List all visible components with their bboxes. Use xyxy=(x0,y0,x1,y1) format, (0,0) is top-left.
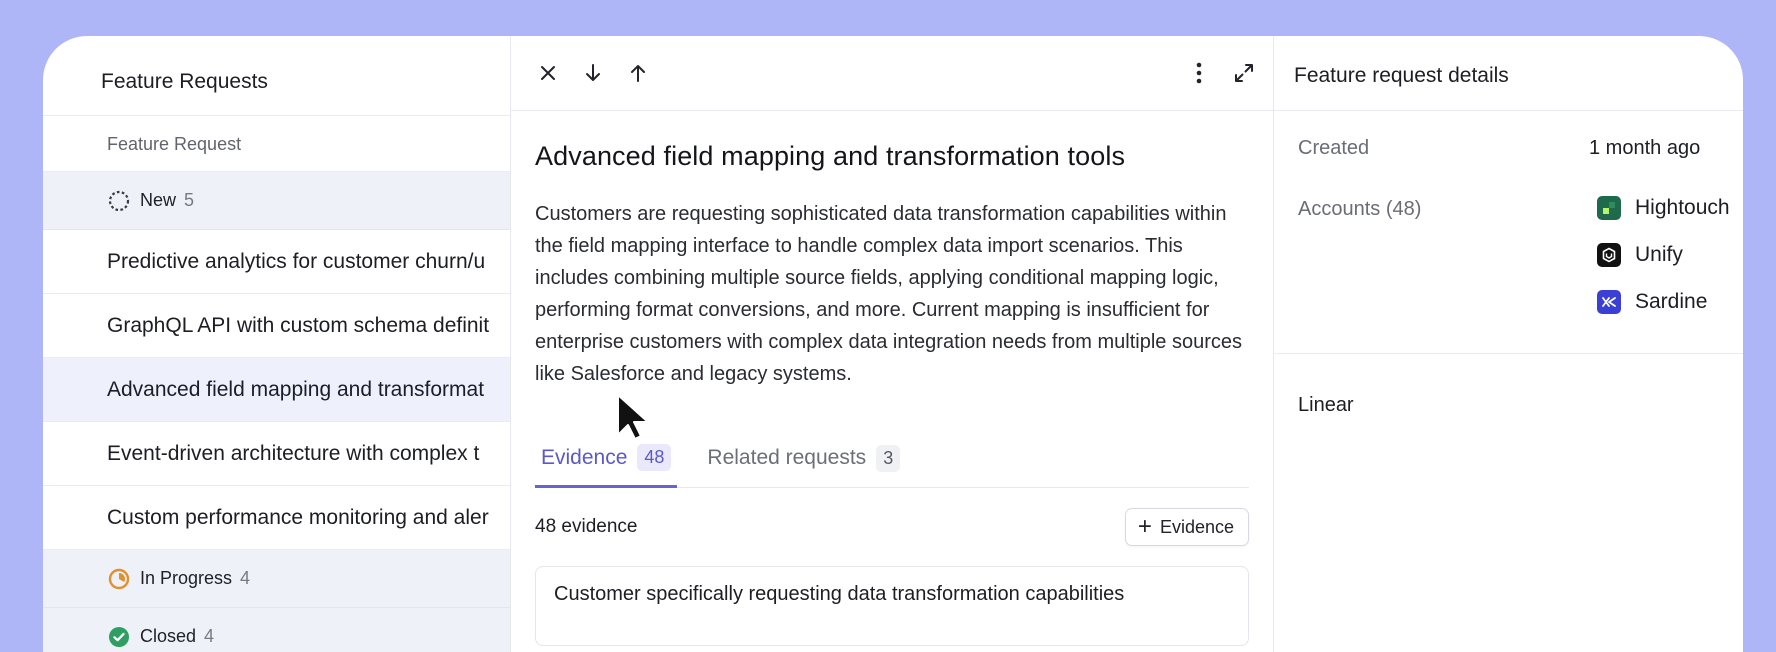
add-evidence-label: Evidence xyxy=(1159,516,1234,537)
list-item[interactable]: Event-driven architecture with complex t xyxy=(43,422,510,486)
evidence-card[interactable]: Customer specifically requesting data tr… xyxy=(535,566,1249,646)
evidence-count: 48 evidence xyxy=(535,516,638,537)
list-title: Feature Requests xyxy=(43,36,510,116)
list-item[interactable]: Custom performance monitoring and aler xyxy=(43,486,510,550)
group-count: 5 xyxy=(184,190,195,210)
account-sardine[interactable]: Sardine xyxy=(1597,290,1707,314)
status-new-icon xyxy=(107,189,131,213)
properties-panel: Feature request details Created 1 month … xyxy=(1274,36,1743,652)
list-item[interactable]: GraphQL API with custom schema definit xyxy=(43,294,510,358)
close-icon[interactable] xyxy=(533,58,563,88)
add-evidence-button[interactable]: + Evidence xyxy=(1124,508,1249,546)
tab-count-badge: 3 xyxy=(876,444,901,472)
group-label: In Progress xyxy=(140,568,233,588)
hightouch-logo-icon xyxy=(1597,196,1621,220)
properties-title: Feature request details xyxy=(1274,36,1743,111)
sardine-logo-icon xyxy=(1597,290,1621,314)
arrow-up-icon[interactable] xyxy=(623,58,653,88)
list-item[interactable]: Predictive analytics for customer churn/… xyxy=(43,230,510,294)
group-closed[interactable]: Closed 4 xyxy=(43,608,510,652)
app-window: Feature Requests Feature Request New 5 P… xyxy=(43,36,1743,652)
tab-related-requests[interactable]: Related requests 3 xyxy=(701,430,906,486)
tab-label: Related requests xyxy=(707,446,867,469)
unify-logo-icon xyxy=(1597,243,1621,267)
evidence-bar: 48 evidence + Evidence xyxy=(535,488,1249,566)
group-new[interactable]: New 5 xyxy=(43,172,510,230)
feature-request-detail: Advanced field mapping and transformatio… xyxy=(511,36,1274,652)
linear-section-label: Linear xyxy=(1298,394,1354,416)
properties-divider xyxy=(1274,353,1743,354)
detail-toolbar xyxy=(511,36,1273,111)
column-header[interactable]: Feature Request xyxy=(43,116,510,172)
feature-request-description: Customers are requesting sophisticated d… xyxy=(535,203,1242,385)
list-item-selected[interactable]: Advanced field mapping and transformat xyxy=(43,358,510,422)
account-name: Unify xyxy=(1635,243,1683,266)
plus-icon: + xyxy=(1137,513,1152,540)
tab-evidence[interactable]: Evidence 48 xyxy=(535,430,678,488)
account-name: Sardine xyxy=(1635,290,1708,313)
tab-count-badge: 48 xyxy=(637,444,672,471)
group-count: 4 xyxy=(240,568,251,588)
arrow-down-icon[interactable] xyxy=(578,58,608,88)
group-label: New xyxy=(140,190,177,210)
expand-icon[interactable] xyxy=(1229,58,1259,88)
account-unify[interactable]: Unify xyxy=(1597,243,1683,267)
status-closed-icon xyxy=(107,625,131,649)
status-in-progress-icon xyxy=(107,567,131,591)
created-label: Created xyxy=(1298,137,1370,159)
group-in-progress[interactable]: In Progress 4 xyxy=(43,550,510,608)
account-name: Hightouch xyxy=(1635,196,1730,219)
feature-request-title: Advanced field mapping and transformatio… xyxy=(535,141,1126,171)
accounts-label: Accounts (48) xyxy=(1298,198,1422,220)
tab-label: Evidence xyxy=(541,445,628,469)
feature-request-list: Feature Requests Feature Request New 5 P… xyxy=(43,36,511,652)
group-label: Closed xyxy=(140,626,197,646)
created-value: 1 month ago xyxy=(1589,137,1701,159)
detail-tabs: Evidence 48 Related requests 3 xyxy=(535,430,1249,488)
more-options-icon[interactable] xyxy=(1184,58,1214,88)
group-count: 4 xyxy=(204,626,215,646)
account-hightouch[interactable]: Hightouch xyxy=(1597,196,1730,220)
